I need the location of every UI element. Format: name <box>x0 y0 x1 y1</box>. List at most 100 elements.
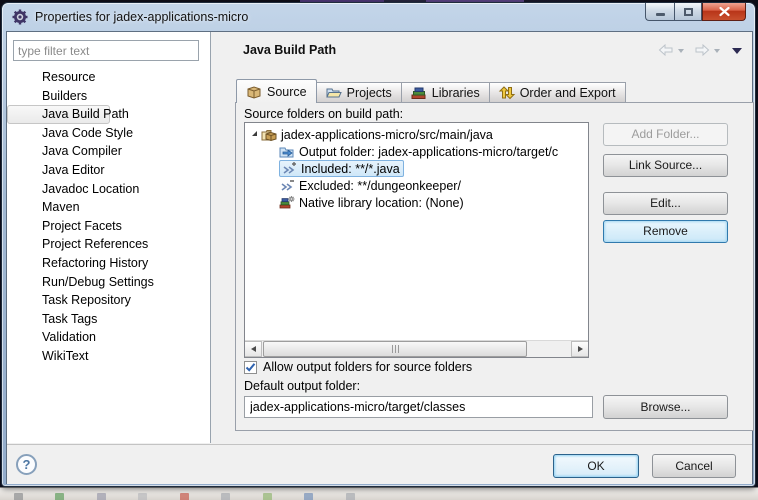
scroll-right-arrow[interactable] <box>571 341 588 357</box>
sidebar-item-project-facets[interactable]: Project Facets <box>7 217 208 236</box>
sidebar-item-run-debug-settings[interactable]: Run/Debug Settings <box>7 273 208 292</box>
check-icon <box>245 362 256 373</box>
allow-output-row: Allow output folders for source folders <box>244 360 472 374</box>
titlebar[interactable]: Properties for jadex-applications-micro <box>2 3 755 30</box>
sidebar-item-builders[interactable]: Builders <box>7 87 208 106</box>
build-path-tabs: Source Projects <box>236 79 626 103</box>
order-arrows-icon <box>499 85 515 101</box>
allow-output-checkbox[interactable] <box>244 361 257 374</box>
sidebar-item-task-repository[interactable]: Task Repository <box>7 291 208 310</box>
scroll-left-icon <box>251 346 256 352</box>
back-dropdown-icon[interactable] <box>678 49 684 53</box>
browse-button[interactable]: Browse... <box>603 395 728 419</box>
ok-button[interactable]: OK <box>553 454 639 478</box>
maximize-icon <box>684 8 693 16</box>
filter-input[interactable] <box>13 40 199 61</box>
scrollbar-thumb[interactable] <box>263 341 527 357</box>
scroll-right-icon <box>578 346 583 352</box>
sidebar-item-java-build-path[interactable]: Java Build Path <box>7 105 110 124</box>
sidebar-item-task-tags[interactable]: Task Tags <box>7 310 208 329</box>
tree-item-label: Output folder: jadex-applications-micro/… <box>299 145 558 159</box>
background-icon <box>263 493 272 500</box>
sidebar-item-refactoring-history[interactable]: Refactoring History <box>7 254 208 273</box>
sidebar-item-java-code-style[interactable]: Java Code Style <box>7 124 208 143</box>
exclusion-filter-icon <box>279 178 295 194</box>
tree-item-label: Included: **/*.java <box>301 162 400 176</box>
history-navigation <box>658 44 742 56</box>
page-title: Java Build Path <box>243 43 336 57</box>
background-icon <box>221 493 230 500</box>
horizontal-scrollbar[interactable] <box>245 340 588 357</box>
background-icon <box>138 493 147 500</box>
window-title: Properties for jadex-applications-micro <box>35 10 248 24</box>
tab-source-label: Source <box>267 85 307 99</box>
minimize-button[interactable] <box>645 3 674 21</box>
tree-item-output-folder[interactable]: Output folder: jadex-applications-micro/… <box>245 143 588 160</box>
allow-output-label: Allow output folders for source folders <box>263 360 472 374</box>
sidebar-item-project-references[interactable]: Project References <box>7 235 208 254</box>
forward-dropdown-icon[interactable] <box>714 49 720 53</box>
background-icon <box>14 493 23 500</box>
tab-projects-label: Projects <box>347 86 392 100</box>
sidebar-item-maven[interactable]: Maven <box>7 198 208 217</box>
edit-button[interactable]: Edit... <box>603 192 728 215</box>
source-folder-icon <box>246 84 262 100</box>
background-icon <box>180 493 189 500</box>
dialog-footer: ? OK Cancel <box>7 444 752 484</box>
open-folder-icon <box>326 85 342 101</box>
link-source-button[interactable]: Link Source... <box>603 154 728 177</box>
default-output-input[interactable] <box>244 396 593 418</box>
sidebar-item-java-compiler[interactable]: Java Compiler <box>7 142 208 161</box>
source-package-icon <box>261 127 277 143</box>
default-output-label: Default output folder: <box>244 379 360 393</box>
tab-projects[interactable]: Projects <box>317 82 402 103</box>
page-content: Java Build Path <box>212 32 754 443</box>
inclusion-filter-icon <box>281 161 297 177</box>
window-controls <box>645 3 746 21</box>
tree-item-included[interactable]: Included: **/*.java <box>245 160 588 177</box>
tree-item-label: Native library location: (None) <box>299 196 464 210</box>
sidebar-item-javadoc-location[interactable]: Javadoc Location <box>7 180 208 199</box>
close-icon <box>719 7 730 16</box>
remove-button[interactable]: Remove <box>603 220 728 243</box>
preferences-sidebar: Resource Builders Java Build Path Java C… <box>7 32 211 443</box>
tree-item-native-library[interactable]: Native library location: (None) <box>245 194 588 211</box>
view-menu-icon[interactable] <box>732 48 742 54</box>
preferences-nav-list: Resource Builders Java Build Path Java C… <box>7 68 208 366</box>
sidebar-item-java-editor[interactable]: Java Editor <box>7 161 208 180</box>
source-tab-panel: Source folders on build path: <box>235 102 754 431</box>
tab-order-and-export[interactable]: Order and Export <box>490 82 626 103</box>
background-icon <box>97 493 106 500</box>
forward-arrow-icon[interactable] <box>694 44 710 56</box>
background-icon <box>55 493 64 500</box>
dialog-client-area: Resource Builders Java Build Path Java C… <box>6 31 753 484</box>
source-folders-tree[interactable]: jadex-applications-micro/src/main/java O… <box>244 122 589 358</box>
sidebar-item-resource[interactable]: Resource <box>7 68 208 87</box>
output-folder-icon <box>279 144 295 160</box>
tab-libraries-label: Libraries <box>432 86 480 100</box>
library-books-icon <box>411 85 427 101</box>
back-arrow-icon[interactable] <box>658 44 674 56</box>
properties-dialog: Properties for jadex-applications-micro … <box>1 2 756 487</box>
help-button[interactable]: ? <box>16 454 37 475</box>
maximize-button[interactable] <box>674 3 702 21</box>
source-folders-label: Source folders on build path: <box>244 107 403 121</box>
sidebar-item-wikitext[interactable]: WikiText <box>7 347 208 366</box>
background-taskbar-strip <box>0 487 758 500</box>
properties-gear-icon <box>11 8 28 25</box>
tree-item-excluded[interactable]: Excluded: **/dungeonkeeper/ <box>245 177 588 194</box>
background-icon <box>346 493 355 500</box>
tree-expanded-icon[interactable] <box>252 131 257 136</box>
add-folder-button[interactable]: Add Folder... <box>603 123 728 146</box>
sidebar-item-validation[interactable]: Validation <box>7 328 208 347</box>
close-button[interactable] <box>702 3 746 21</box>
tab-libraries[interactable]: Libraries <box>402 82 490 103</box>
tree-item-label: Excluded: **/dungeonkeeper/ <box>299 179 461 193</box>
background-icon <box>304 493 313 500</box>
cancel-button[interactable]: Cancel <box>652 454 736 478</box>
minimize-icon <box>656 13 665 16</box>
scroll-left-arrow[interactable] <box>245 341 262 357</box>
tab-order-and-export-label: Order and Export <box>520 86 616 100</box>
tab-source[interactable]: Source <box>236 79 317 103</box>
tree-root-source-folder[interactable]: jadex-applications-micro/src/main/java <box>245 126 588 143</box>
